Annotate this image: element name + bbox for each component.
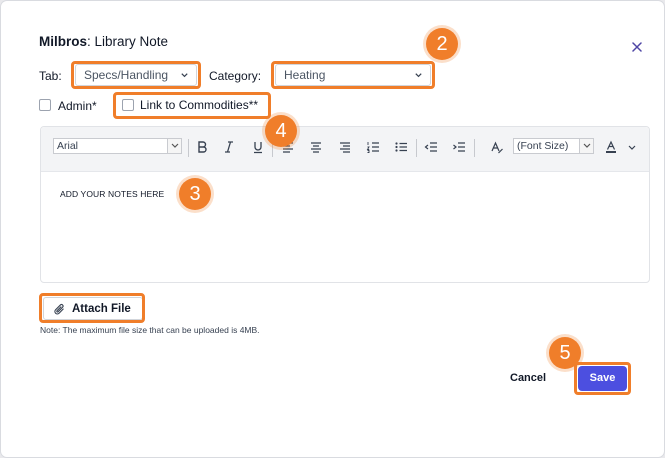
dialog-title-text: : Library Note [87, 34, 169, 49]
clear-format-icon[interactable] [490, 140, 504, 154]
editor-content[interactable]: ADD YOUR NOTES HERE [60, 189, 164, 199]
link-commodities-label: Link to Commodities** [140, 98, 259, 112]
dropdown-arrow-icon [579, 139, 593, 153]
align-right-icon[interactable] [338, 140, 352, 154]
font-color-icon[interactable] [604, 140, 618, 154]
chevron-down-icon [415, 73, 422, 78]
bold-icon[interactable] [195, 140, 209, 154]
close-icon[interactable] [631, 41, 643, 53]
callout-badge-5: 5 [549, 337, 581, 369]
paperclip-icon [54, 304, 64, 315]
ordered-list-icon[interactable] [366, 140, 380, 154]
editor-toolbar: Arial (Font Size) [41, 127, 649, 172]
file-size-note: Note: The maximum file size that can be … [40, 325, 260, 335]
attach-file-button[interactable]: Attach File [43, 297, 143, 320]
align-center-icon[interactable] [309, 140, 323, 154]
tab-label: Tab: [39, 69, 62, 83]
link-commodities-checkbox[interactable] [122, 99, 134, 111]
callout-badge-3: 3 [179, 178, 211, 210]
chevron-down-icon [181, 73, 188, 78]
tab-select-value: Specs/Handling [84, 68, 169, 82]
category-select[interactable]: Heating [275, 64, 431, 86]
admin-label: Admin* [58, 99, 97, 113]
attach-file-label: Attach File [72, 303, 131, 315]
dialog-title-company: Milbros [39, 34, 88, 49]
admin-checkbox[interactable] [39, 99, 51, 111]
tab-select[interactable]: Specs/Handling [75, 64, 197, 86]
outdent-icon[interactable] [424, 140, 438, 154]
font-size-select[interactable]: (Font Size) [513, 138, 594, 154]
unordered-list-icon[interactable] [394, 140, 408, 154]
font-family-select[interactable]: Arial [53, 138, 182, 154]
toolbar-divider [416, 139, 417, 157]
chevron-down-icon[interactable] [627, 140, 637, 154]
library-note-dialog: Milbros: Library Note Tab: Specs/Handlin… [1, 1, 664, 457]
dropdown-arrow-icon [167, 139, 181, 153]
cancel-button[interactable]: Cancel [510, 372, 546, 384]
underline-icon[interactable] [251, 140, 265, 154]
callout-badge-2: 2 [426, 28, 458, 60]
category-label: Category: [209, 69, 262, 83]
category-select-value: Heating [284, 68, 326, 82]
toolbar-divider [188, 139, 189, 157]
rich-text-editor[interactable]: Arial (Font Size) ADD YOUR NOTES HERE [40, 126, 650, 283]
font-size-value: (Font Size) [517, 140, 569, 152]
save-button[interactable]: Save [578, 366, 627, 391]
toolbar-divider [474, 139, 475, 157]
callout-badge-4: 4 [265, 115, 297, 147]
dialog-title: Milbros: Library Note [39, 34, 168, 49]
font-family-value: Arial [57, 140, 79, 152]
indent-icon[interactable] [452, 140, 466, 154]
italic-icon[interactable] [222, 140, 236, 154]
